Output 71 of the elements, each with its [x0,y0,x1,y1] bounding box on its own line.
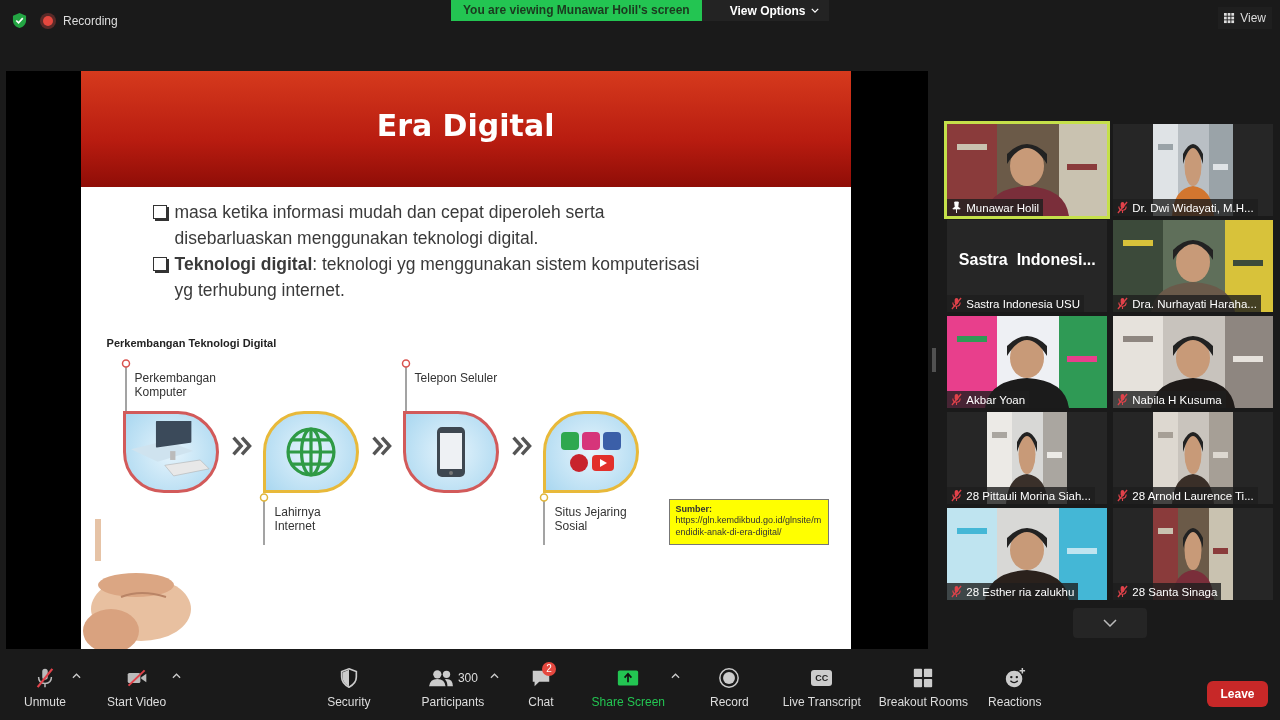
participant-name: 28 Esther ria zalukhu [966,585,1075,598]
video-tile[interactable]: Munawar Holil [947,124,1108,216]
participant-name: Munawar Holil [966,201,1040,214]
participant-name: 28 Santa Sinaga [1132,585,1218,598]
source-label: Sumber: [675,504,714,514]
shield-icon[interactable] [12,12,27,29]
social-media-drawing [558,430,623,474]
video-tile[interactable]: 28 Esther ria zalukhu [947,508,1108,600]
chat-button[interactable]: 2 Chat [524,660,558,709]
video-tile[interactable]: 28 Arnold Laurence Ti... [1113,412,1274,504]
video-button[interactable]: Start Video [103,660,171,709]
reactions-button[interactable]: Reactions [984,660,1046,709]
bullet-text: Teknologi digital: teknologi yg menggunakan sistem komputerisasi [174,253,700,276]
participant-name: 28 Pittauli Morina Siah... [966,489,1091,502]
view-button[interactable]: View [1218,7,1272,29]
chevron-down-icon [1103,619,1118,627]
participants-button[interactable]: 300 Participants [417,660,489,709]
unread-badge: 2 [541,662,556,676]
bullet-text: disebarluaskan menggunakan teknologi digital. [174,227,540,250]
video-tile[interactable]: Akbar Yoan [947,316,1108,408]
participant-name: Akbar Yoan [966,393,1026,406]
resize-handle[interactable] [931,348,936,372]
step-label: Lahirnya Internet [274,505,322,533]
slide-title: Era Digital [376,107,555,143]
step-label: Telepon Seluler [414,371,499,385]
security-button[interactable]: Security [323,660,375,709]
participant-name: Sastra Indonesia USU [966,297,1081,310]
checkbox-bullet-icon [152,257,167,271]
transcript-button[interactable]: CC Live Transcript [778,660,865,709]
viewing-banner: You are viewing Munawar Holil's screen [451,0,702,21]
caret-icon[interactable] [72,673,82,679]
smiley-plus-icon [1003,667,1026,689]
caret-icon [810,8,819,13]
participant-name: Dr. Dwi Widayati, M.H... [1132,201,1254,214]
video-tile[interactable]: Dra. Nurhayati Haraha... [1113,220,1274,312]
leave-button[interactable]: Leave [1207,681,1268,707]
audio-button[interactable]: Unmute [20,660,71,709]
view-options-button[interactable]: View Options [701,0,829,21]
smartphone-icon [435,426,466,478]
checkbox-bullet-icon [152,205,167,219]
globe-icon [283,425,338,479]
people-icon [427,667,454,689]
caret-icon[interactable] [671,673,680,679]
video-tile[interactable]: 28 Pittauli Morina Siah... [947,412,1108,504]
bullet-text: masa ketika informasi mudah dan cepat diperoleh serta [174,201,605,224]
grid-icon [1224,12,1236,24]
caret-icon[interactable] [172,673,182,679]
breakout-button[interactable]: Breakout Rooms [874,660,973,709]
video-tile[interactable]: Dr. Dwi Widayati, M.H... [1113,124,1274,216]
four-squares-icon [912,667,935,689]
source-url: https://gln.kemdikbud.go.id/glnsite/mendidik-anak-di-era-digital/ [675,514,822,538]
share-screen-icon [617,667,640,689]
caret-icon[interactable] [490,673,500,679]
bullet-text: yg terhubung internet. [174,279,346,302]
record-button[interactable]: Record [706,660,753,709]
participant-display-name: Sastra Indonesi... [958,251,1096,269]
participant-name: Nabila H Kusuma [1132,393,1222,406]
record-icon [718,667,741,689]
closed-captions-icon: CC [811,670,833,686]
share-button[interactable]: Share Screen [587,660,669,709]
recording-dot-icon [43,15,53,26]
participant-count: 300 [457,671,478,685]
step-label: Perkembangan Komputer [134,371,217,399]
recording-label: Recording [63,13,118,28]
participant-name: 28 Arnold Laurence Ti... [1132,489,1254,502]
diagram-title: Perkembangan Teknologi Digital [106,337,278,349]
video-tile[interactable]: 28 Santa Sinaga [1113,508,1274,600]
video-tile[interactable]: Sastra Indonesi... Sastra Indonesia USU [947,220,1108,312]
video-tile[interactable]: Nabila H Kusuma [1113,316,1274,408]
step-label: Situs Jejaring Sosial [554,505,628,533]
participant-name: Dra. Nurhayati Haraha... [1132,297,1257,310]
